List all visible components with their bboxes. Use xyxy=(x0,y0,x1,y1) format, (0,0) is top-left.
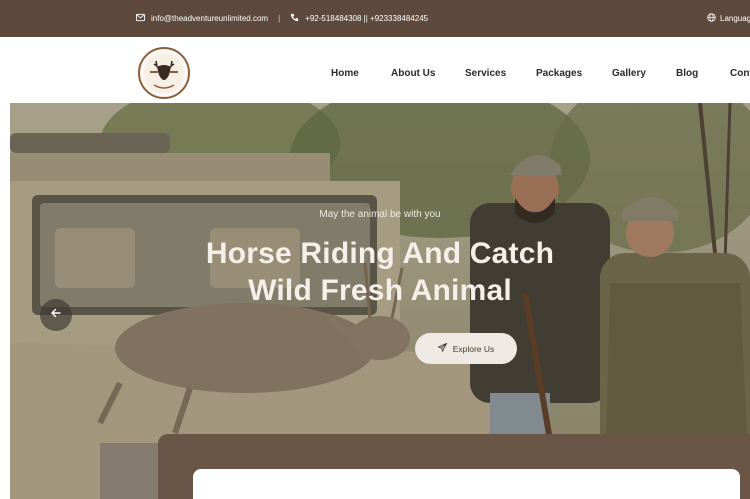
hero-slider: May the animal be with you Horse Riding … xyxy=(10,103,750,499)
language-selector[interactable]: Language xyxy=(707,13,750,24)
nav-item-home[interactable]: Home xyxy=(331,68,359,79)
slider-prev-button[interactable] xyxy=(40,299,72,331)
top-bar: info@theadventureunlimited.com | +92-518… xyxy=(0,0,750,37)
language-label: Language xyxy=(720,14,750,23)
main-nav: Home About Us Services Packages Gallery … xyxy=(0,68,750,82)
phone-icon xyxy=(290,13,299,24)
send-icon xyxy=(436,342,448,354)
phone-link[interactable]: +92-518484308 || +923338484245 xyxy=(305,14,428,23)
email-link[interactable]: info@theadventureunlimited.com xyxy=(151,14,268,23)
hero-headline: Horse Riding And Catch Wild Fresh Animal xyxy=(10,235,750,309)
hero-headline-line2: Wild Fresh Animal xyxy=(248,274,512,307)
nav-item-gallery[interactable]: Gallery xyxy=(612,68,646,79)
nav-item-about[interactable]: About Us xyxy=(391,68,435,79)
explore-us-button[interactable]: Explore Us xyxy=(415,333,517,364)
booking-card xyxy=(193,469,740,499)
nav-item-contact[interactable]: Cont xyxy=(730,68,750,79)
globe-icon xyxy=(707,13,716,24)
site-header: Home About Us Services Packages Gallery … xyxy=(0,37,750,103)
arrow-left-icon xyxy=(50,306,62,324)
contact-info: info@theadventureunlimited.com | +92-518… xyxy=(136,13,428,24)
nav-item-services[interactable]: Services xyxy=(465,68,506,79)
nav-item-packages[interactable]: Packages xyxy=(536,68,582,79)
hero-headline-line1: Horse Riding And Catch xyxy=(205,237,555,270)
nav-item-blog[interactable]: Blog xyxy=(676,68,698,79)
hero-tagline: May the animal be with you xyxy=(319,209,441,220)
explore-us-label: Explore Us xyxy=(452,343,495,354)
topbar-separator: | xyxy=(278,14,281,23)
mail-icon xyxy=(136,13,145,24)
